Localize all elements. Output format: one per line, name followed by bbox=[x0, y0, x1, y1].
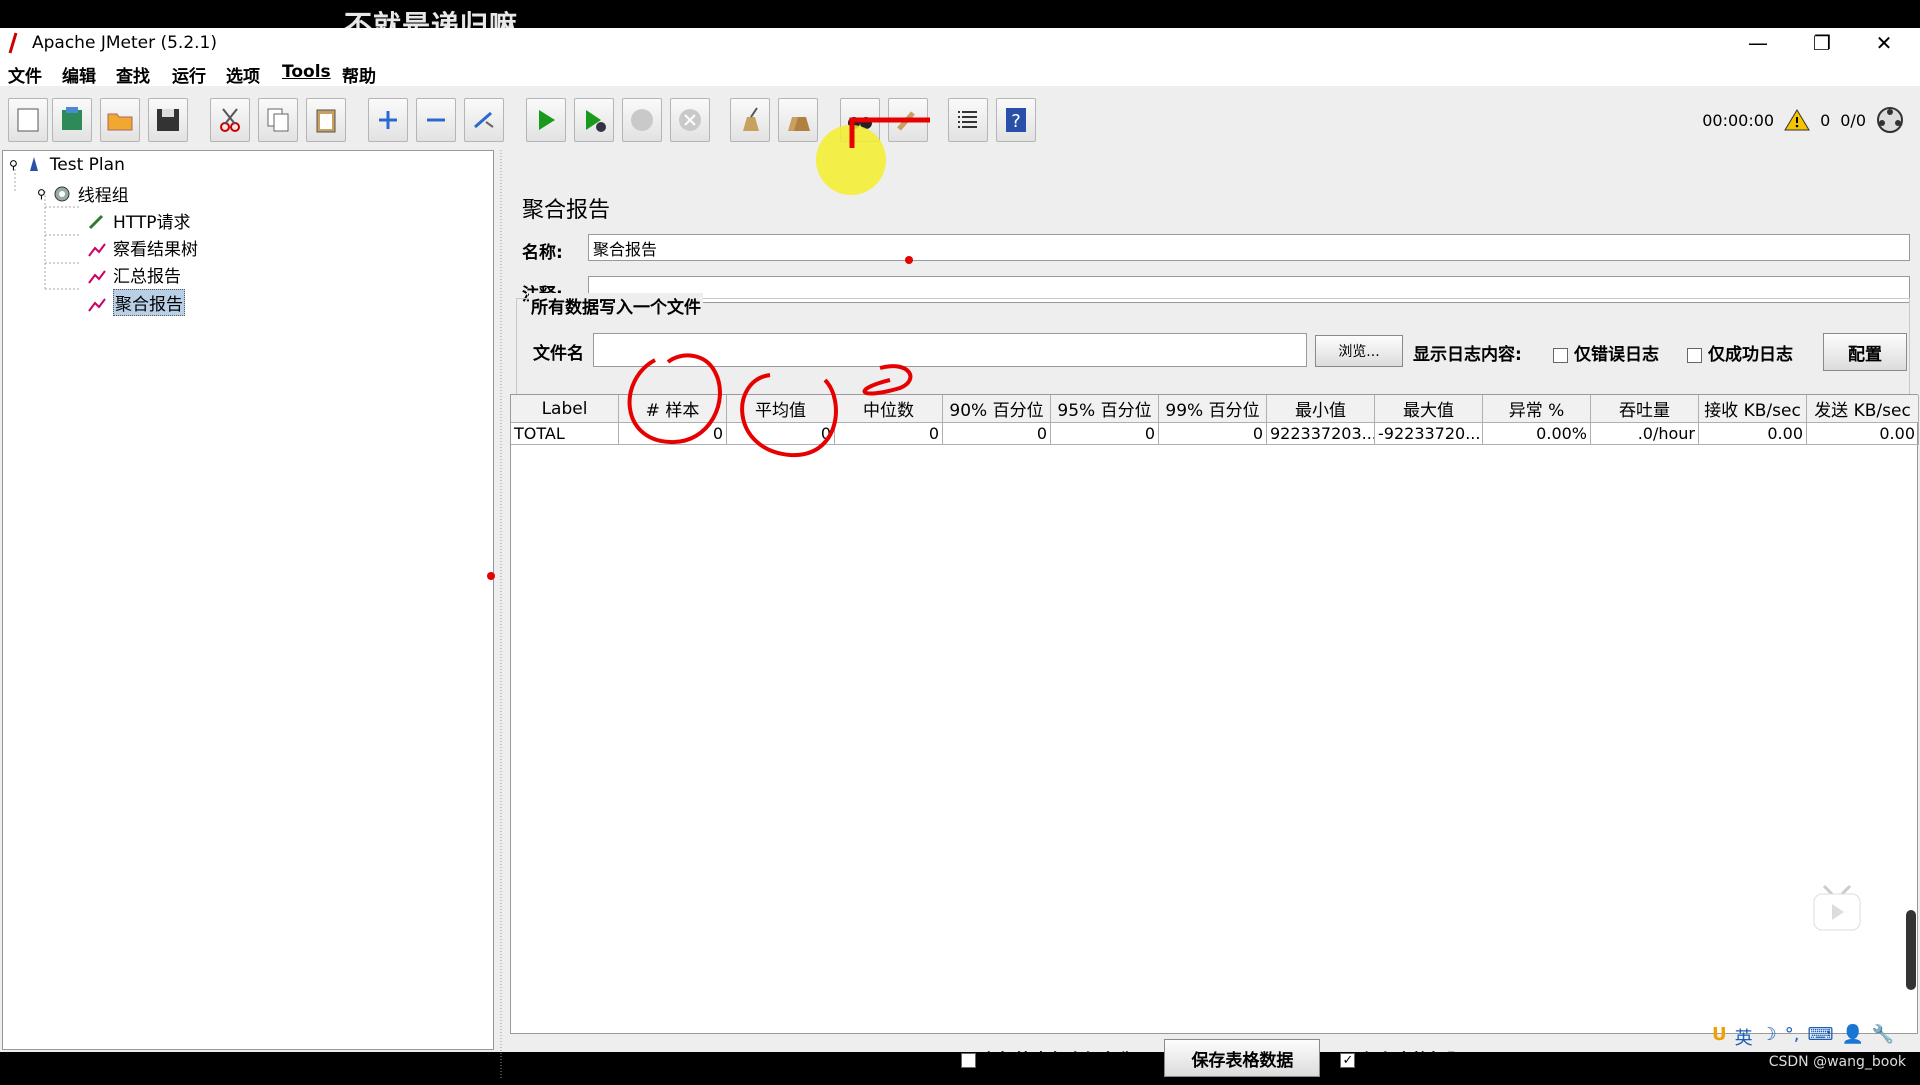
ime-toolbar: U 英 ☽ °, ⌨ 👤 🔧 bbox=[1712, 1024, 1894, 1050]
video-player-icon[interactable] bbox=[1804, 878, 1870, 940]
annotation-circle-median bbox=[862, 364, 913, 396]
annotation-circle-average bbox=[740, 373, 838, 458]
annotation-circle-samples bbox=[627, 353, 722, 445]
ime-logo-icon[interactable]: U bbox=[1712, 1024, 1727, 1050]
ime-moon-icon[interactable]: ☽ bbox=[1761, 1024, 1777, 1050]
annotation-dot bbox=[905, 256, 913, 264]
ime-user-icon[interactable]: 👤 bbox=[1841, 1024, 1863, 1050]
watermark: CSDN @wang_book bbox=[1768, 1054, 1906, 1070]
red-pen-annotations bbox=[487, 117, 930, 580]
ime-keyboard-icon[interactable]: ⌨ bbox=[1808, 1024, 1834, 1050]
ime-settings-icon[interactable]: 🔧 bbox=[1872, 1024, 1894, 1050]
ime-punctuation-icon[interactable]: °, bbox=[1785, 1024, 1800, 1050]
ime-language-toggle[interactable]: 英 bbox=[1735, 1024, 1753, 1050]
annotation-dot bbox=[487, 572, 495, 580]
play-video-icon bbox=[1813, 884, 1861, 931]
scroll-thumb[interactable] bbox=[1906, 910, 1916, 990]
